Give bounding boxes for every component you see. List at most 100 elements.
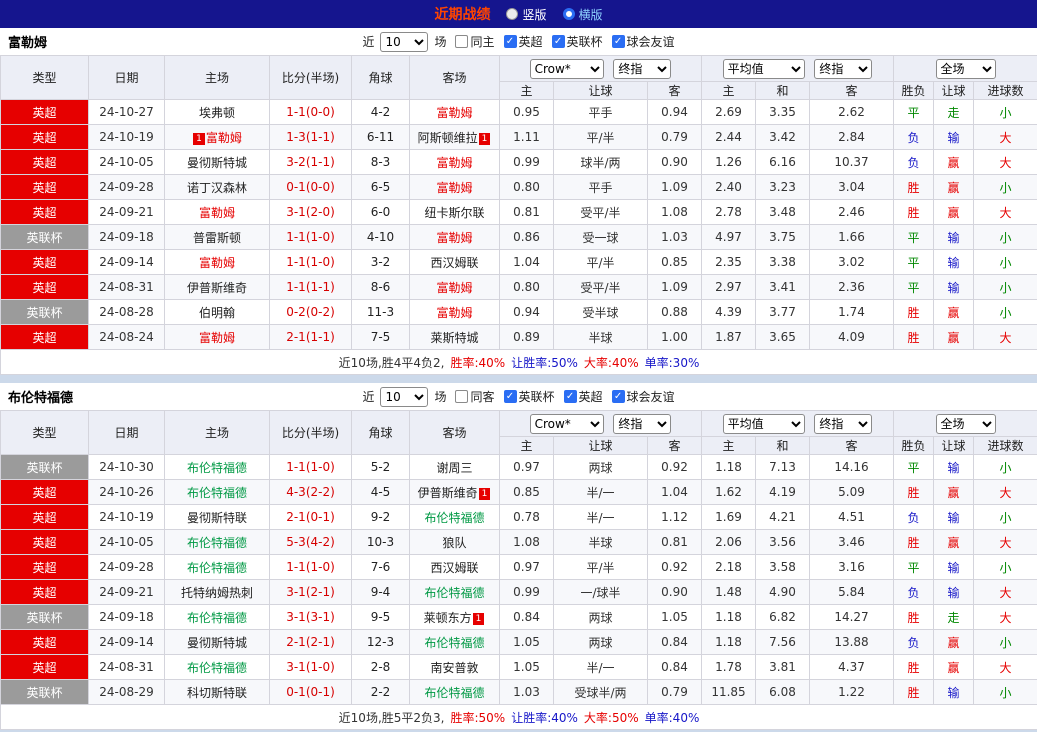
euro-final-index-select[interactable]: 终指 (814, 413, 873, 434)
match-count-select[interactable]: 10 (380, 386, 429, 407)
team-name[interactable]: 布伦特福德 (187, 536, 247, 550)
checkbox-icon[interactable] (563, 390, 577, 403)
score-cell[interactable]: 0-1(0-1) (269, 679, 352, 705)
score-cell[interactable]: 1-1(1-0) (269, 249, 352, 275)
asian-away-odds: 1.12 (646, 504, 703, 530)
team-name[interactable]: 布伦特福德 (424, 511, 484, 525)
layout-horizontal-radio[interactable]: 横版 (562, 6, 603, 23)
filter-league-2[interactable]: 英联杯 (551, 33, 603, 50)
score-cell[interactable]: 1-1(0-0) (269, 99, 352, 125)
layout-vertical-radio[interactable]: 竖版 (506, 6, 547, 23)
filter-same-venue[interactable]: 同主 (455, 33, 495, 50)
team-name[interactable]: 布伦特福德 (187, 461, 247, 475)
checkbox-icon[interactable] (503, 390, 517, 403)
red-card-badge: 1 (472, 612, 485, 625)
match-count-select[interactable]: 10 (380, 31, 429, 52)
checkbox-icon[interactable] (551, 35, 565, 48)
team-name[interactable]: 阿斯顿维拉 (418, 131, 478, 145)
team-name[interactable]: 富勒姆 (199, 331, 235, 345)
team-name[interactable]: 普雷斯顿 (193, 231, 241, 245)
filter-league-1[interactable]: 英联杯 (503, 388, 555, 405)
team-name[interactable]: 富勒姆 (199, 256, 235, 270)
team-name[interactable]: 布伦特福德 (187, 661, 247, 675)
score-cell[interactable]: 0-2(0-2) (269, 299, 352, 325)
team-name[interactable]: 富勒姆 (199, 206, 235, 220)
team-name[interactable]: 埃弗顿 (199, 106, 235, 120)
team-name[interactable]: 狼队 (442, 536, 466, 550)
score-cell[interactable]: 3-1(3-1) (269, 604, 352, 630)
team-name[interactable]: 富勒姆 (436, 281, 472, 295)
filter-friendly[interactable]: 球会友谊 (611, 33, 675, 50)
section-header: 布伦特福德 近 10 场 同客 英联杯 英超 球会友谊 (0, 383, 1037, 410)
team-name[interactable]: 曼彻斯特城 (187, 156, 247, 170)
team-name[interactable]: 富勒姆 (436, 306, 472, 320)
team-name[interactable]: 富勒姆 (206, 131, 242, 145)
team-name[interactable]: 布伦特福德 (424, 686, 484, 700)
team-name[interactable]: 诺丁汉森林 (187, 181, 247, 195)
bookmaker-select[interactable]: Crow* (529, 58, 604, 79)
team-name[interactable]: 富勒姆 (436, 106, 472, 120)
euro-away-odds: 13.88 (809, 629, 895, 655)
checkbox-icon[interactable] (611, 390, 625, 403)
score-cell[interactable]: 1-1(1-1) (269, 274, 352, 300)
checkbox-icon[interactable] (455, 35, 469, 48)
bookmaker-select[interactable]: Crow* (529, 413, 604, 434)
score-cell[interactable]: 1-1(1-0) (269, 554, 352, 580)
team-name[interactable]: 莱顿东方 (424, 611, 472, 625)
team-name[interactable]: 布伦特福德 (424, 586, 484, 600)
corners-cell: 9-5 (351, 604, 410, 630)
asian-final-index-select[interactable]: 终指 (613, 413, 672, 434)
score-cell[interactable]: 2-1(2-1) (269, 629, 352, 655)
team-name[interactable]: 纽卡斯尔联 (424, 206, 484, 220)
team-name[interactable]: 布伦特福德 (187, 611, 247, 625)
score-cell[interactable]: 1-1(1-0) (269, 454, 352, 480)
score-cell[interactable]: 2-1(0-1) (269, 504, 352, 530)
radio-icon[interactable] (506, 8, 519, 20)
filter-league-1[interactable]: 英超 (503, 33, 543, 50)
checkbox-icon[interactable] (455, 390, 469, 403)
team-name[interactable]: 伊普斯维奇 (187, 281, 247, 295)
checkbox-icon[interactable] (503, 35, 517, 48)
team-name[interactable]: 伊普斯维奇 (418, 486, 478, 500)
team-name[interactable]: 谢周三 (436, 461, 472, 475)
team-name[interactable]: 曼彻斯特城 (187, 636, 247, 650)
team-name[interactable]: 富勒姆 (436, 156, 472, 170)
team-name[interactable]: 莱斯特城 (430, 331, 478, 345)
score-cell[interactable]: 0-1(0-0) (269, 174, 352, 200)
average-select[interactable]: 平均值 (722, 58, 805, 79)
asian-final-index-select[interactable]: 终指 (613, 58, 672, 79)
team-name[interactable]: 伯明翰 (199, 306, 235, 320)
score-cell[interactable]: 3-1(2-1) (269, 579, 352, 605)
score-cell[interactable]: 1-3(1-1) (269, 124, 352, 150)
radio-icon[interactable] (562, 8, 575, 20)
score-cell[interactable]: 3-2(1-1) (269, 149, 352, 175)
handicap-line: 一/球半 (553, 579, 648, 605)
team-name[interactable]: 南安普敦 (430, 661, 478, 675)
average-select[interactable]: 平均值 (722, 413, 805, 434)
period-select[interactable]: 全场 (935, 413, 996, 434)
filter-league-2[interactable]: 英超 (563, 388, 603, 405)
team-name[interactable]: 科切斯特联 (187, 686, 247, 700)
score-cell[interactable]: 4-3(2-2) (269, 479, 352, 505)
score-cell[interactable]: 1-1(1-0) (269, 224, 352, 250)
team-name[interactable]: 富勒姆 (436, 181, 472, 195)
filter-same-venue[interactable]: 同客 (455, 388, 495, 405)
team-name[interactable]: 布伦特福德 (424, 636, 484, 650)
team-name[interactable]: 富勒姆 (436, 231, 472, 245)
team-name[interactable]: 布伦特福德 (187, 561, 247, 575)
score-cell[interactable]: 3-1(1-0) (269, 654, 352, 680)
team-name[interactable]: 布伦特福德 (187, 486, 247, 500)
score-cell[interactable]: 5-3(4-2) (269, 529, 352, 555)
corners-cell: 12-3 (351, 629, 410, 655)
euro-final-index-select[interactable]: 终指 (814, 58, 873, 79)
team-name[interactable]: 西汉姆联 (430, 561, 478, 575)
team-name[interactable]: 托特纳姆热刺 (181, 586, 253, 600)
filter-friendly[interactable]: 球会友谊 (611, 388, 675, 405)
score-cell[interactable]: 2-1(1-1) (269, 324, 352, 350)
period-select[interactable]: 全场 (935, 58, 996, 79)
euro-draw-odds: 3.75 (755, 224, 811, 250)
score-cell[interactable]: 3-1(2-0) (269, 199, 352, 225)
team-name[interactable]: 西汉姆联 (430, 256, 478, 270)
checkbox-icon[interactable] (611, 35, 625, 48)
team-name[interactable]: 曼彻斯特联 (187, 511, 247, 525)
